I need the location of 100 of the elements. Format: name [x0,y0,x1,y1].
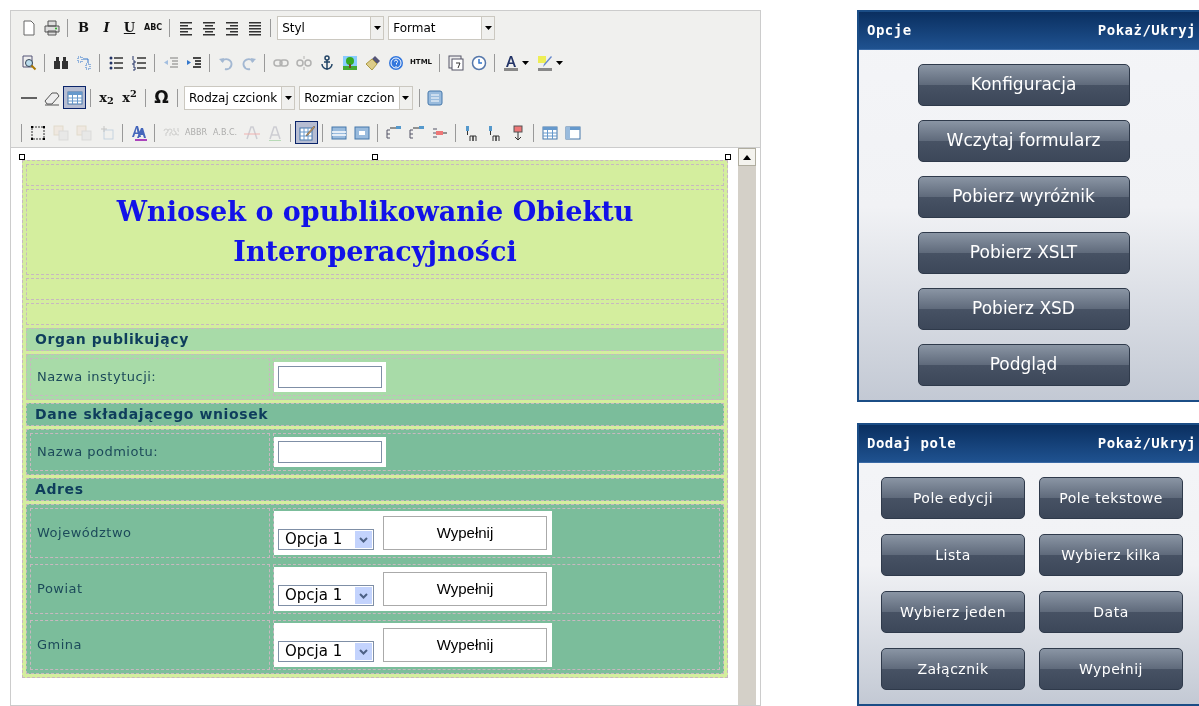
preview-icon [20,54,37,71]
format-button[interactable]: ABC [141,16,166,39]
panel-button[interactable]: Załącznik [881,648,1025,690]
panel-button[interactable]: Data [1039,591,1183,633]
panel-button[interactable]: Podgląd [917,344,1130,386]
panel-header: Dodaj pole Pokaż/Ukryj [859,425,1199,463]
strikethrough-a-icon [243,124,260,141]
resize-handle[interactable] [725,154,731,160]
replace-icon [75,54,92,71]
help-icon [387,54,404,71]
square-icon [98,124,115,141]
section-heading: Dane składającego wniosek [26,403,724,426]
table-row-icon [330,124,347,141]
panel-button[interactable]: Wczytaj formularz [917,120,1130,162]
outdent-icon [162,54,179,71]
toolbar-dropdown[interactable]: Format [388,15,496,40]
format-button[interactable]: Ω [150,86,173,109]
panel-button[interactable]: Lista [881,534,1025,576]
field-label: Województwo [37,524,132,543]
format-button[interactable]: I [95,16,118,39]
chevron-down-icon [359,592,368,599]
styles-icon [130,124,147,141]
panel-button[interactable]: Pole tekstowe [1039,477,1183,519]
panel-button[interactable]: Wypełnij [1039,648,1183,690]
text-color-icon [503,54,520,71]
option-select[interactable]: Opcja 1 [274,623,378,667]
clock-icon [470,54,487,71]
form-icon [427,89,444,106]
caret-icon [556,60,564,65]
format-button[interactable]: U [118,16,141,39]
panel-button[interactable]: Wybierz kilka [1039,534,1183,576]
layer-icon [75,124,92,141]
resize-handle[interactable] [372,154,378,160]
letter-a-icon [266,124,283,141]
layer-icon [52,124,69,141]
caret-icon [484,25,492,30]
align-left-icon [177,19,194,36]
eraser-icon [43,89,60,106]
row-insert-icon [486,124,503,141]
toolbar-dropdown[interactable]: Styl [277,15,385,40]
unlink-icon [295,54,312,71]
toolbar-dropdown[interactable]: Rodzaj czcionk [184,85,296,110]
table-icon [66,89,83,106]
field-label: Powiat [37,580,83,599]
table-grid-icon [541,124,558,141]
caret-icon [284,95,292,100]
justify-icon [246,19,263,36]
section-heading: Organ publikujący [26,328,724,351]
panel-button[interactable]: Pobierz wyróżnik [917,176,1130,218]
show-hide-link[interactable]: Pokaż/Ukryj [1097,433,1196,454]
column-insert-icon [408,124,425,141]
tree-image-icon [341,54,358,71]
selection-frame-icon [29,124,46,141]
panel-button[interactable]: Wybierz jeden [881,591,1025,633]
anchor-icon [318,54,335,71]
align-center-icon [200,19,217,36]
print-icon [43,19,60,36]
fill-button[interactable]: Wypełnij [383,628,547,662]
format-button[interactable]: B [72,16,95,39]
resize-handle[interactable] [19,154,25,160]
numbered-list-icon [130,54,147,71]
format-button[interactable]: x$_{2}$ [95,86,118,109]
binoculars-icon [52,54,69,71]
section-heading: Adres [26,478,724,501]
panel-header: Opcje Pokaż/Ukryj [859,12,1199,50]
caret-icon [373,25,381,30]
new-page-icon [20,19,37,36]
fill-button[interactable]: Wypełnij [383,516,547,550]
row-insert-icon [463,124,480,141]
column-insert-icon [385,124,402,141]
option-select[interactable]: Opcja 1 [274,511,378,555]
form-title: Wniosek o opublikowanie Obiektu Interoperacyjności [115,195,635,269]
chevron-down-icon [359,648,368,655]
table-cell-icon [353,124,370,141]
text-input-field[interactable] [274,437,386,467]
scrollbar[interactable] [738,148,756,705]
option-select[interactable]: Opcja 1 [274,567,378,611]
panel-button[interactable]: Konfiguracja [917,64,1130,106]
panel-button[interactable]: Pobierz XSLT [917,232,1130,274]
chevron-down-icon [359,536,368,543]
indent-icon [185,54,202,71]
brush-icon [364,54,381,71]
align-right-icon [223,19,240,36]
bullet-list-icon [107,54,124,71]
field-label: Nazwa podmiotu: [37,443,159,462]
panel-button[interactable]: Pole edycji [881,477,1025,519]
text-input-field[interactable] [274,362,386,392]
table-properties-icon [564,124,581,141]
caret-icon [522,60,530,65]
toolbar-dropdown[interactable]: Rozmiar czcion [299,85,413,110]
edit-form-icon [298,124,315,141]
show-hide-link[interactable]: Pokaż/Ukryj [1097,20,1196,41]
format-button[interactable]: x$^{2}$ [118,86,141,109]
panel-button[interactable]: Pobierz XSD [917,288,1130,330]
caret-icon [402,95,410,100]
toolbar-button[interactable] [63,86,86,109]
toolbar-button[interactable] [295,121,319,144]
horizontal-line-icon [20,96,37,99]
highlight-icon [537,54,554,71]
fill-button[interactable]: Wypełnij [383,572,547,606]
